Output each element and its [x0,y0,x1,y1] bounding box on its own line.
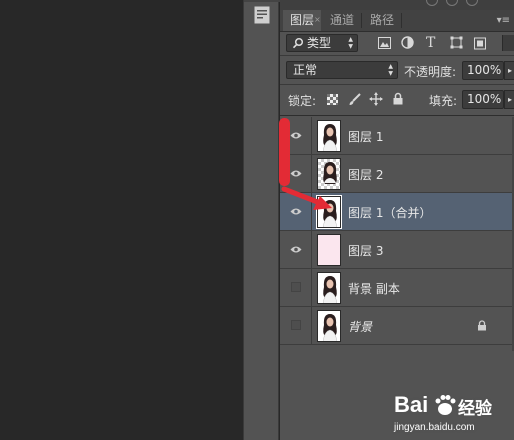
filter-toggle[interactable] [502,35,514,51]
filter-kind-select[interactable]: 类型 ▲ ▼ [286,34,358,52]
portrait-thumbnail-icon [322,314,338,341]
fill-dropdown-button[interactable]: ▸ [504,90,514,109]
layer-row[interactable]: 图层 3 [280,231,514,269]
layer-name[interactable]: 图层 3 [348,242,383,259]
layer-thumbnail [317,234,341,266]
panel-tabs: 图层 × 通道 路径 ▾≡ [280,10,514,32]
baidu-watermark: Bai 经验 jingyan.baidu.com [394,392,510,436]
layer-thumbnail [317,272,341,304]
eye-icon [290,132,302,139]
layer-name[interactable]: 图层 1 [348,128,383,145]
shape-filter-icon[interactable] [450,36,463,49]
layer-row[interactable]: 背景 副本 [280,269,514,307]
panel-top-bar [280,0,514,10]
watermark-brand: Bai [394,392,429,417]
document-canvas-area [0,0,243,440]
type-filter-icon[interactable]: T [426,36,435,50]
opacity-label: 不透明度: [404,65,457,79]
lock-all-icon[interactable] [393,92,403,105]
opacity-dropdown-button[interactable]: ▸ [504,61,514,80]
filter-kind-label: 类型 [307,36,332,50]
chevron-updown-icon: ▲ ▼ [388,63,393,77]
layer-name[interactable]: 图层 2 [348,166,383,183]
properties-panel-icon[interactable] [254,6,270,24]
layer-thumbnail [317,120,341,152]
blend-row: 正常 ▲ ▼ 不透明度: 100% ▸ [280,60,514,82]
watermark-suffix: 经验 [458,399,492,418]
layer-name[interactable]: 背景 [348,318,372,335]
history-icon[interactable] [426,0,438,6]
blend-mode-select[interactable]: 正常 ▲ ▼ [286,61,398,79]
tab-paths[interactable]: 路径 [363,10,401,31]
fill-value: 100% [467,92,502,106]
eye-icon [290,170,302,177]
lock-position-icon[interactable] [369,92,383,106]
opacity-value: 100% [467,63,502,77]
lock-label: 锁定: [288,94,317,108]
hidden-visibility-box [291,320,301,330]
lock-image-icon[interactable] [348,93,361,106]
new-snapshot-icon[interactable] [446,0,458,6]
trash-icon[interactable] [466,0,478,6]
panel-menu-icon[interactable]: ▾≡ [497,10,510,31]
fill-label: 填充: [429,94,458,108]
filter-row: 类型 ▲ ▼ T [280,33,514,53]
lock-icon [478,320,486,331]
search-icon [292,37,304,49]
layer-row[interactable]: 背景 [280,307,514,345]
annotation-arrow-icon [281,186,332,210]
image-filter-icon[interactable] [378,37,391,49]
portrait-thumbnail-icon [322,276,338,303]
lock-row: 锁定: 填充: 100% ▸ [280,89,514,111]
tab-paths-label: 路径 [369,13,394,27]
hidden-visibility-box [291,282,301,292]
collapsed-panel-strip [243,0,280,440]
tab-layers-label: 图层 [289,13,314,27]
layer-name[interactable]: 图层 1（合并） [348,204,431,221]
layer-row[interactable]: 图层 1 [280,117,514,155]
opacity-field[interactable]: 100% [462,61,504,80]
fill-field[interactable]: 100% [462,90,504,109]
chevron-updown-icon: ▲ ▼ [348,36,353,50]
visibility-toggle[interactable] [280,307,312,345]
layers-panel: 图层 × 通道 路径 ▾≡ 类型 ▲ ▼ T 正常 ▲ ▼ 不透明度: 100%… [280,0,514,440]
annotation-bar [279,118,290,186]
visibility-toggle[interactable] [280,269,312,307]
watermark-url: jingyan.baidu.com [394,422,475,433]
adjustment-filter-icon[interactable] [401,36,414,49]
layer-thumbnail [317,310,341,342]
layer-name[interactable]: 背景 副本 [348,280,400,297]
blend-mode-value: 正常 [293,63,318,77]
tab-channels-label: 通道 [329,13,354,27]
paw-logo-icon [435,395,456,415]
eye-icon [290,246,302,253]
visibility-toggle[interactable] [280,231,312,269]
lock-transparent-icon[interactable] [327,94,338,105]
tab-channels[interactable]: 通道 [323,10,361,31]
close-icon[interactable]: × [314,16,321,24]
smart-object-filter-icon[interactable] [474,36,486,50]
portrait-thumbnail-icon [322,124,338,151]
